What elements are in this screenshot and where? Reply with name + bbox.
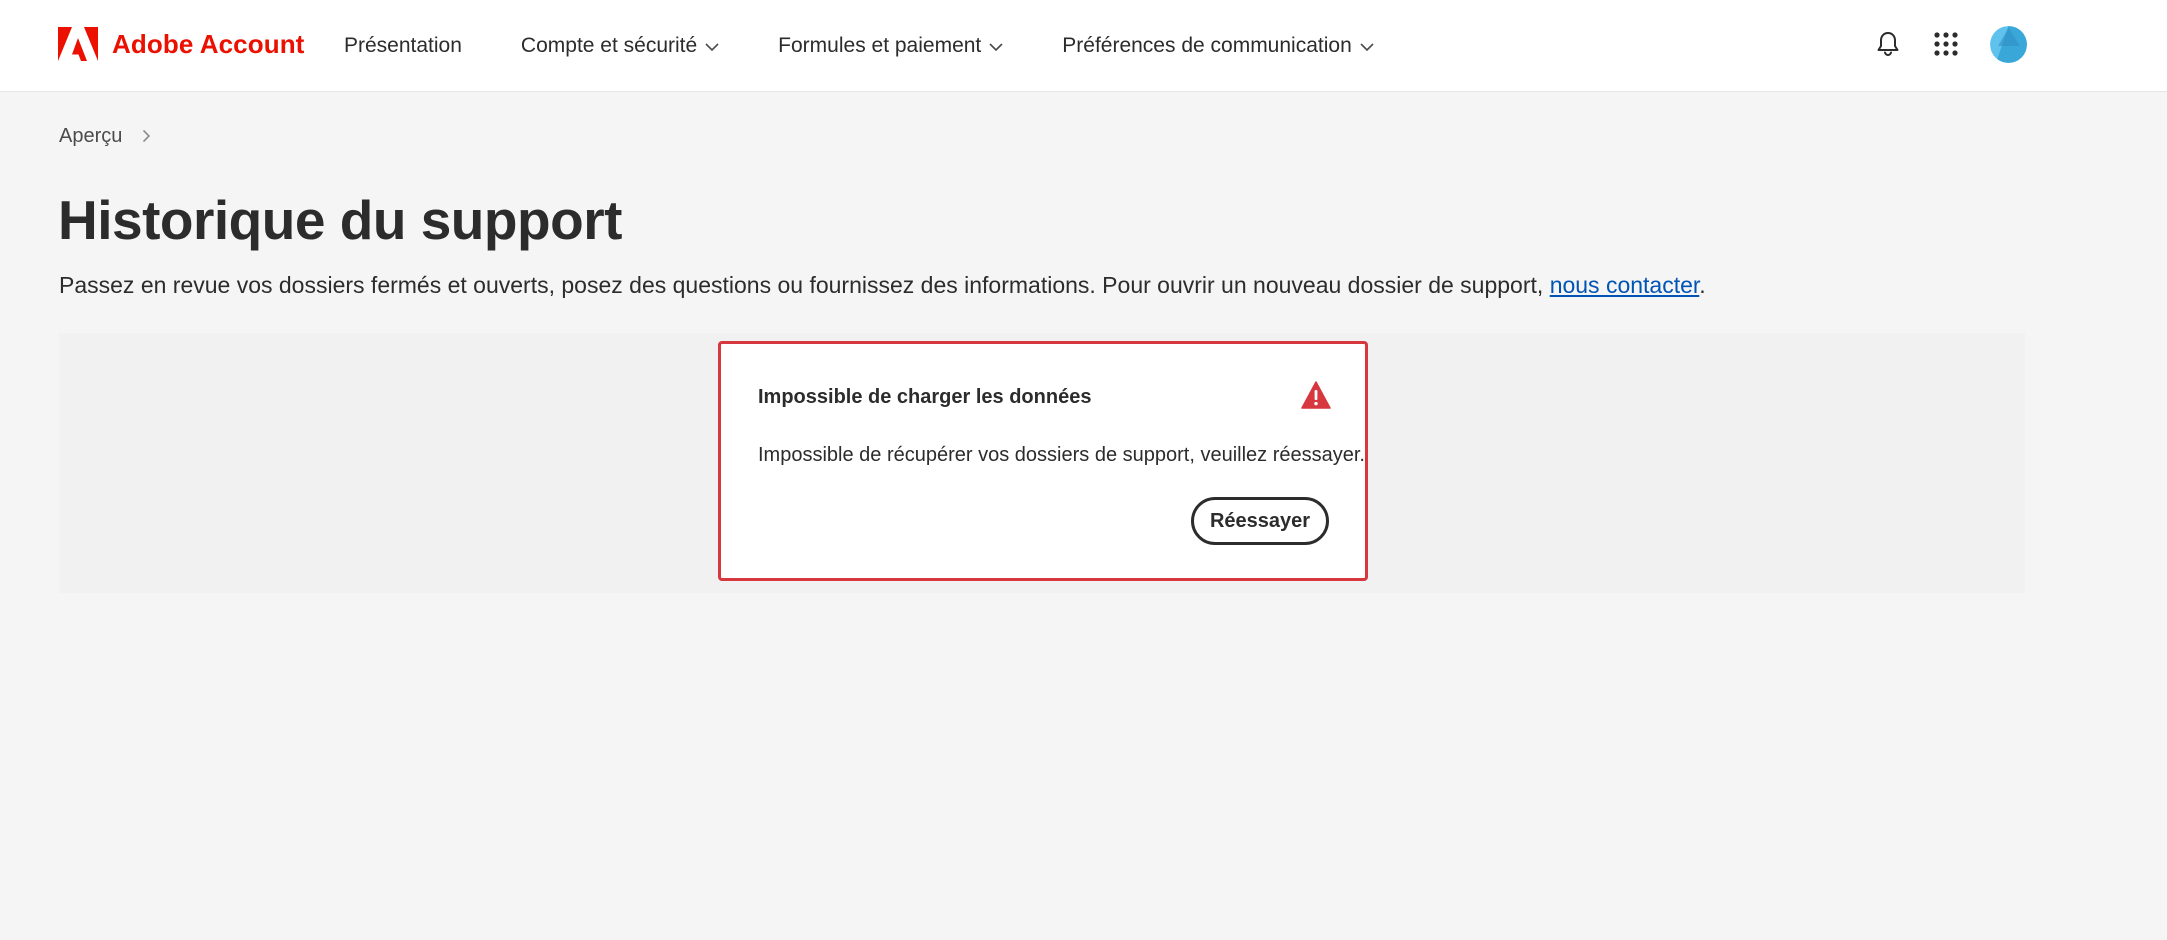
nav-item-label: Présentation	[344, 34, 462, 57]
notifications-button[interactable]	[1874, 30, 1902, 58]
nav-item-plans-payment[interactable]: Formules et paiement	[778, 34, 1003, 58]
main-nav: Présentation Compte et sécurité Formules…	[344, 0, 1433, 92]
chevron-down-icon	[1360, 42, 1374, 51]
error-message: Impossible de récupérer vos dossiers de …	[758, 444, 1365, 466]
app-grid-icon	[1934, 32, 1958, 56]
description-text: Passez en revue vos dossiers fermés et o…	[59, 272, 1550, 298]
error-title: Impossible de charger les données	[758, 386, 1092, 408]
contact-us-link[interactable]: nous contacter	[1550, 272, 1700, 298]
breadcrumb: Aperçu	[59, 122, 151, 150]
nav-item-label: Préférences de communication	[1062, 34, 1352, 57]
nav-item-label: Formules et paiement	[778, 34, 982, 57]
nav-item-account-security[interactable]: Compte et sécurité	[521, 34, 719, 58]
adobe-account-logo-link[interactable]: Adobe Account	[58, 26, 304, 62]
description-suffix: .	[1699, 272, 1706, 298]
chevron-down-icon	[989, 42, 1003, 51]
brand-name: Adobe Account	[112, 28, 305, 59]
bell-icon	[1877, 32, 1899, 57]
nav-item-label: Compte et sécurité	[520, 34, 698, 57]
adobe-logo-icon	[58, 27, 98, 61]
nav-item-communication-preferences[interactable]: Préférences de communication	[1062, 34, 1374, 58]
header-actions	[1874, 24, 2027, 64]
error-card: Impossible de charger les données Imposs…	[718, 341, 1368, 581]
breadcrumb-item-overview[interactable]: Aperçu	[59, 125, 122, 148]
retry-button[interactable]: Réessayer	[1191, 497, 1329, 545]
avatar[interactable]	[1990, 25, 2027, 63]
chevron-down-icon	[705, 42, 719, 51]
chevron-right-icon	[143, 129, 151, 143]
page-description: Passez en revue vos dossiers fermés et o…	[59, 272, 1706, 299]
page-title: Historique du support	[58, 189, 622, 251]
top-navigation-bar: Adobe Account Présentation Compte et séc…	[0, 0, 2167, 92]
nav-item-presentation[interactable]: Présentation	[344, 34, 462, 58]
warning-icon	[1301, 381, 1331, 409]
app-switcher-button[interactable]	[1932, 30, 1960, 58]
